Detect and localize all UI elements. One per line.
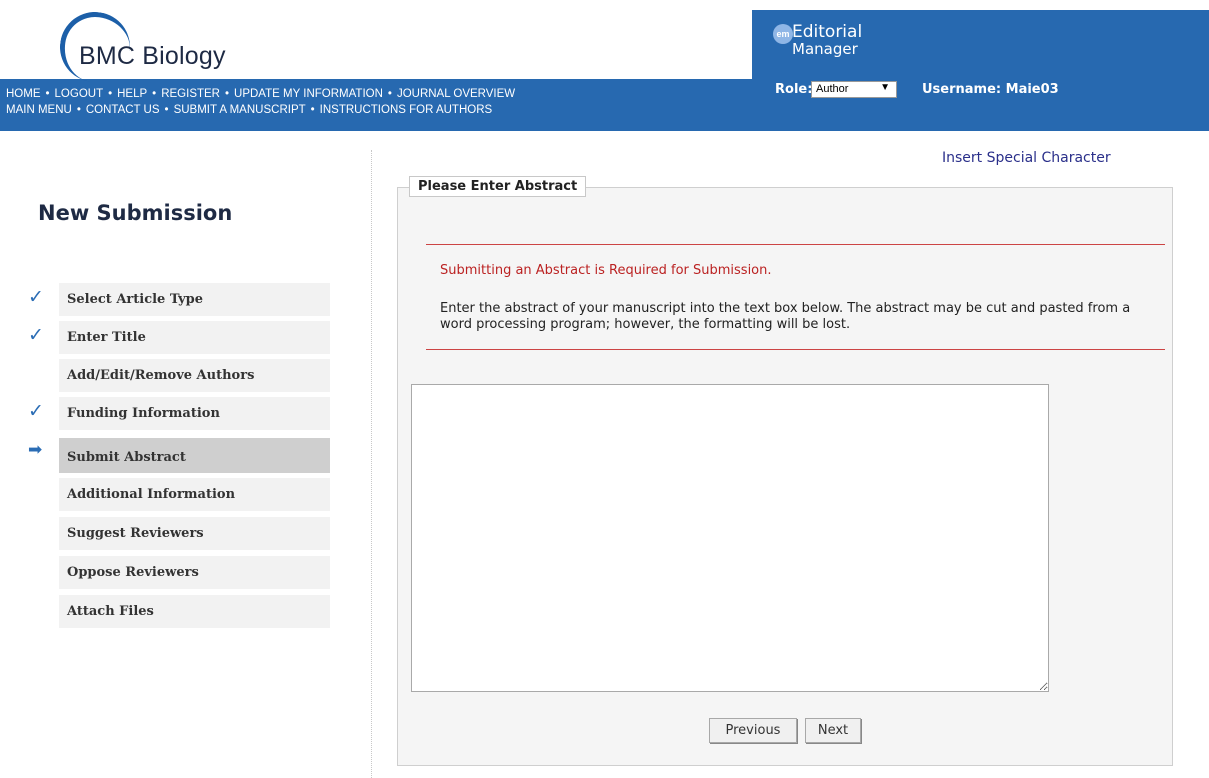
step-select-article-type[interactable]: Select Article Type [59,283,330,316]
dropdown-arrow-icon: ▼ [880,82,890,93]
nav-row-2: MAIN MENU • CONTACT US • SUBMIT A MANUSCRIPT… [6,102,515,118]
previous-button[interactable]: Previous [709,718,797,743]
nav-separator: • [45,88,50,100]
step-suggest-reviewers[interactable]: Suggest Reviewers [59,517,330,550]
nav-separator: • [164,104,169,116]
nav-separator: • [310,104,315,116]
current-step-arrow-icon: ➡ [28,440,43,460]
nav-separator: • [76,104,81,116]
journal-logo-text: BMC Biology [79,42,226,70]
role-select[interactable]: Author ▼ [811,81,897,98]
em-logo-icon: em [773,24,793,44]
required-notice: Submitting an Abstract is Required for S… [440,263,772,278]
nav-submit-manuscript-link[interactable]: SUBMIT A MANUSCRIPT [174,104,306,116]
role-select-value: Author [816,83,849,95]
step-oppose-reviewers[interactable]: Oppose Reviewers [59,556,330,589]
checkmark-icon: ✓ [28,286,44,308]
next-button[interactable]: Next [805,718,861,743]
em-title-line2: Manager [792,40,858,58]
abstract-instructions: Enter the abstract of your manuscript in… [440,301,1131,332]
nav-row-1: HOME • LOGOUT • HELP • REGISTER • UPDATE MY INFO… [6,86,515,102]
nav-logout-link[interactable]: LOGOUT [55,88,104,100]
divider-rule [426,349,1165,350]
page-header: BMC Biology HOME • LOGOUT • HELP • REGISTER • UP… [0,0,1209,131]
nav-main-menu-link[interactable]: MAIN MENU [6,104,72,116]
top-navigation: HOME • LOGOUT • HELP • REGISTER • UPDATE MY INFO… [6,86,515,118]
nav-separator: • [387,88,392,100]
step-enter-title[interactable]: Enter Title [59,321,330,354]
checkmark-icon: ✓ [28,324,44,346]
step-funding-information[interactable]: Funding Information [59,397,330,430]
nav-separator: • [152,88,157,100]
nav-register-link[interactable]: REGISTER [161,88,220,100]
nav-help-link[interactable]: HELP [117,88,147,100]
insert-special-character-link[interactable]: Insert Special Character [942,150,1111,166]
nav-instructions-for-authors-link[interactable]: INSTRUCTIONS FOR AUTHORS [320,104,493,116]
step-attach-files[interactable]: Attach Files [59,595,330,628]
editorial-manager-title: Editorial Manager [792,24,862,58]
step-submit-abstract[interactable]: Submit Abstract [59,438,330,473]
section-legend: Please Enter Abstract [409,176,587,197]
checkmark-icon: ✓ [28,400,44,422]
username-display: Username: Maie03 [922,82,1059,97]
nav-home-link[interactable]: HOME [6,88,41,100]
step-additional-information[interactable]: Additional Information [59,478,330,511]
role-label: Role: [775,82,813,97]
nav-update-info-link[interactable]: UPDATE MY INFORMATION [234,88,383,100]
abstract-textarea[interactable] [411,384,1049,692]
nav-separator: • [108,88,113,100]
em-title-line1: Editorial [792,22,863,42]
page-title: New Submission [38,201,233,225]
nav-separator: • [225,88,230,100]
step-add-edit-remove-authors[interactable]: Add/Edit/Remove Authors [59,359,330,392]
nav-contact-us-link[interactable]: CONTACT US [86,104,160,116]
divider-rule [426,244,1165,245]
nav-journal-overview-link[interactable]: JOURNAL OVERVIEW [397,88,515,100]
column-divider [371,150,372,778]
